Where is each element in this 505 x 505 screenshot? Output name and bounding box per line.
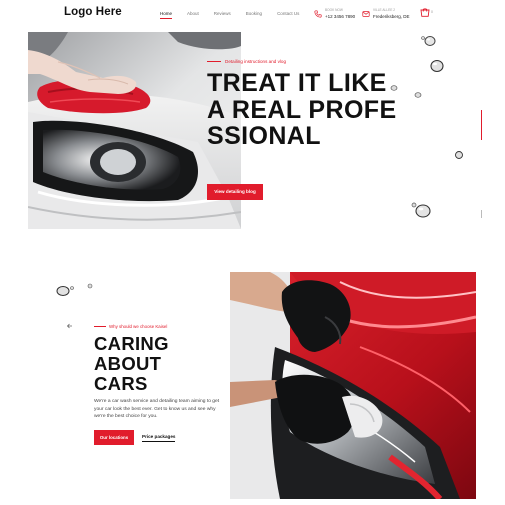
water-drop-icon <box>411 202 431 218</box>
gloved-hands-car-illustration <box>230 272 476 499</box>
nav-home[interactable]: Home <box>160 11 173 19</box>
phone-icon <box>314 9 322 18</box>
phone-number: +12 3456 7890 <box>325 13 356 19</box>
caring-title: CARING ABOUT CARS <box>94 334 169 394</box>
location-icon <box>362 10 370 17</box>
cart-icon[interactable] <box>420 8 430 17</box>
our-locations-button[interactable]: Our locations <box>94 430 134 445</box>
slider-indicator[interactable] <box>481 210 482 218</box>
caring-description: We're a car wash service and detailing t… <box>94 399 220 420</box>
price-packages-link[interactable]: Price packages <box>142 434 176 442</box>
main-nav: Home About Reviews Booking Contact Us <box>160 11 314 19</box>
nav-about[interactable]: About <box>187 11 199 16</box>
water-drop-icon <box>421 36 436 46</box>
hero-eyebrow-text: Detailing instructions and vlog <box>225 59 287 64</box>
nav-contact[interactable]: Contact Us <box>277 11 299 16</box>
hero-title: TREAT IT LIKE A REAL PROFESSIONAL <box>207 69 397 150</box>
caring-title-line: CARING <box>94 333 169 354</box>
water-drop-icon <box>56 286 74 296</box>
caring-image <box>230 272 476 499</box>
water-drop-icon <box>455 151 463 159</box>
caring-title-line: CARS <box>94 373 148 394</box>
water-drop-icon <box>390 85 398 91</box>
address-text: Frederiksberg, DE <box>373 13 410 19</box>
caring-title-line: ABOUT <box>94 353 162 374</box>
hero-eyebrow: Detailing instructions and vlog <box>207 59 286 64</box>
nav-booking[interactable]: Booking <box>246 11 262 16</box>
caring-eyebrow-text: Why should we choose Kaisel <box>109 324 168 329</box>
eyebrow-line <box>94 326 106 327</box>
logo[interactable]: Logo Here <box>64 6 122 18</box>
cart-count: 0 <box>431 10 433 14</box>
caring-eyebrow: Why should we choose Kaisel <box>94 324 167 329</box>
site-header: Logo Here Home About Reviews Booking Con… <box>0 0 505 30</box>
view-blog-button[interactable]: View detailing blog <box>207 184 263 200</box>
eyebrow-line <box>207 61 221 62</box>
address-contact[interactable]: VILLE ALLEE 2 Frederiksberg, DE <box>362 8 410 19</box>
slider-indicator[interactable] <box>481 110 482 140</box>
phone-contact[interactable]: BOOK NOW +12 3456 7890 <box>314 8 355 19</box>
water-drop-icon <box>87 283 93 289</box>
water-drop-icon <box>414 92 422 98</box>
arrow-left-icon[interactable] <box>66 323 74 329</box>
nav-reviews[interactable]: Reviews <box>214 11 231 16</box>
water-drop-icon <box>430 59 444 73</box>
